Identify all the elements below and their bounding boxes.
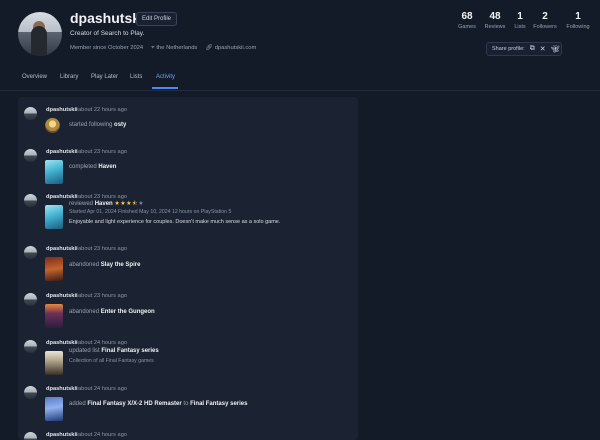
- activity-time: about 24 hours ago: [78, 386, 128, 392]
- activity-target-list[interactable]: Final Fantasy series: [190, 401, 247, 407]
- game-cover[interactable]: [45, 257, 63, 281]
- activity-verb: abandoned: [69, 309, 100, 315]
- activity-verb: added: [69, 401, 86, 407]
- activity-user[interactable]: dpashutskii: [46, 432, 78, 438]
- activity-time: about 24 hours ago: [78, 340, 128, 346]
- stat-followers[interactable]: 2 Followers: [530, 11, 560, 30]
- activity-time: about 22 hours ago: [78, 107, 128, 113]
- activity-target[interactable]: Enter the Gungeon: [101, 309, 155, 315]
- activity-action: reviewed Haven ★★★⯪★: [69, 199, 144, 209]
- activity-user[interactable]: dpashutskii: [46, 246, 78, 252]
- activity-item: dpashutskii about 23 hours ago abandoned…: [18, 240, 358, 288]
- edit-profile-button[interactable]: Edit Profile: [136, 12, 178, 26]
- activity-time: about 24 hours ago: [78, 432, 128, 438]
- list-cover[interactable]: [45, 351, 63, 375]
- activity-item: dpashutskii about 23 hours ago reviewed …: [18, 188, 358, 240]
- activity-user[interactable]: dpashutskii: [46, 293, 78, 299]
- activity-action: updated list Final Fantasy series: [69, 348, 159, 354]
- activity-verb: started following: [69, 122, 113, 128]
- game-cover[interactable]: [45, 160, 63, 184]
- activity-action: added Final Fantasy X/X-2 HD Remaster to…: [69, 401, 247, 407]
- profile-tabs: Overview Library Play Later Lists Activi…: [0, 70, 600, 91]
- activity-verb: completed: [69, 164, 97, 170]
- user-avatar[interactable]: [24, 107, 37, 120]
- activity-item: dpashutskii about 22 hours ago started f…: [18, 101, 358, 145]
- avatar-body: [31, 26, 47, 56]
- user-avatar[interactable]: [24, 149, 37, 162]
- activity-target[interactable]: Final Fantasy X/X-2 HD Remaster: [87, 401, 181, 407]
- activity-item: dpashutskii about 24 hours ago updated l…: [18, 334, 358, 382]
- tab-lists[interactable]: Lists: [130, 74, 142, 80]
- activity-user[interactable]: dpashutskii: [46, 340, 78, 346]
- activity-action: abandoned Enter the Gungeon: [69, 309, 155, 315]
- share-label: Share profile:: [492, 46, 525, 52]
- location-pin-icon: ⌖: [151, 45, 155, 51]
- user-avatar[interactable]: [24, 340, 37, 353]
- stat-games-count: 68: [461, 11, 473, 22]
- activity-verb: reviewed: [69, 201, 94, 207]
- profile-tagline: Creator of Search to Play.: [70, 30, 145, 37]
- activity-verb: updated list: [69, 348, 100, 354]
- user-avatar[interactable]: [24, 293, 37, 306]
- activity-item: dpashutskii about 24 hours ago added Fin…: [18, 380, 358, 430]
- activity-item: dpashutskii about 23 hours ago abandoned…: [18, 287, 358, 335]
- activity-target[interactable]: Slay the Spire: [101, 262, 141, 268]
- user-avatar[interactable]: [24, 432, 37, 440]
- stat-following-count: 1: [575, 11, 581, 22]
- followed-user-avatar[interactable]: [45, 118, 60, 133]
- copy-link-icon[interactable]: ⧉: [530, 45, 535, 53]
- activity-action: started following osty: [69, 122, 126, 128]
- activity-joiner: to: [183, 401, 189, 407]
- tab-library[interactable]: Library: [60, 74, 78, 80]
- stat-games[interactable]: 68 Games: [452, 11, 482, 30]
- stat-games-label: Games: [458, 24, 476, 30]
- profile-avatar: [18, 12, 62, 56]
- activity-user[interactable]: dpashutskii: [46, 386, 78, 392]
- location: ⌖ the Netherlands: [151, 45, 197, 52]
- review-text[interactable]: Enjoyable and light experience for coupl…: [69, 219, 280, 225]
- link-icon: 🔗︎: [205, 45, 213, 51]
- website-link[interactable]: dpashutskii.com: [215, 45, 257, 51]
- activity-target[interactable]: Haven: [95, 201, 113, 207]
- list-description: Collection of all Final Fantasy games: [69, 358, 154, 364]
- tab-overview[interactable]: Overview: [22, 74, 47, 80]
- activity-time: about 23 hours ago: [78, 246, 128, 252]
- rating-stars: ★★★⯪★: [114, 201, 145, 207]
- activity-user[interactable]: dpashutskii: [46, 149, 78, 155]
- user-avatar[interactable]: [24, 386, 37, 399]
- share-profile-bar: Share profile: ⧉ ✕ 🦋︎: [486, 42, 562, 56]
- x-icon[interactable]: ✕: [540, 45, 546, 53]
- user-avatar[interactable]: [24, 246, 37, 259]
- activity-target[interactable]: Haven: [98, 164, 116, 170]
- activity-time: about 23 hours ago: [78, 293, 128, 299]
- stat-following-label: Following: [566, 24, 590, 30]
- active-tab-indicator: [152, 87, 178, 89]
- tab-play-later[interactable]: Play Later: [91, 74, 118, 80]
- location-text: the Netherlands: [156, 45, 198, 51]
- activity-verb: abandoned: [69, 262, 100, 268]
- activity-time: about 23 hours ago: [78, 149, 128, 155]
- game-cover[interactable]: [45, 397, 63, 421]
- activity-target[interactable]: Final Fantasy series: [101, 348, 158, 354]
- stat-followers-count: 2: [542, 11, 548, 22]
- profile-stats: 68 Games 48 Reviews 1 Lists 2 Followers …: [452, 11, 596, 41]
- stat-followers-label: Followers: [533, 24, 557, 30]
- activity-user[interactable]: dpashutskii: [46, 107, 78, 113]
- activity-target[interactable]: osty: [114, 122, 126, 128]
- game-cover[interactable]: [45, 304, 63, 328]
- activity-item: dpashutskii about 24 hours ago: [18, 426, 358, 440]
- website[interactable]: 🔗︎ dpashutskii.com: [205, 45, 256, 52]
- activity-item: dpashutskii about 23 hours ago completed…: [18, 143, 358, 189]
- member-since: Member since October 2024: [70, 45, 144, 51]
- activity-action: completed Haven: [69, 164, 116, 170]
- profile-meta: Member since October 2024 ⌖ the Netherlan…: [70, 45, 256, 52]
- stat-following[interactable]: 1 Following: [563, 11, 593, 30]
- activity-action: abandoned Slay the Spire: [69, 262, 140, 268]
- game-cover[interactable]: [45, 205, 63, 229]
- activity-feed: dpashutskii about 22 hours ago started f…: [18, 97, 358, 440]
- tab-activity[interactable]: Activity: [156, 74, 175, 80]
- review-details: Started Apr 01, 2024 Finished May 10, 20…: [69, 209, 232, 215]
- bluesky-icon[interactable]: 🦋︎: [551, 45, 560, 53]
- user-avatar[interactable]: [24, 194, 37, 207]
